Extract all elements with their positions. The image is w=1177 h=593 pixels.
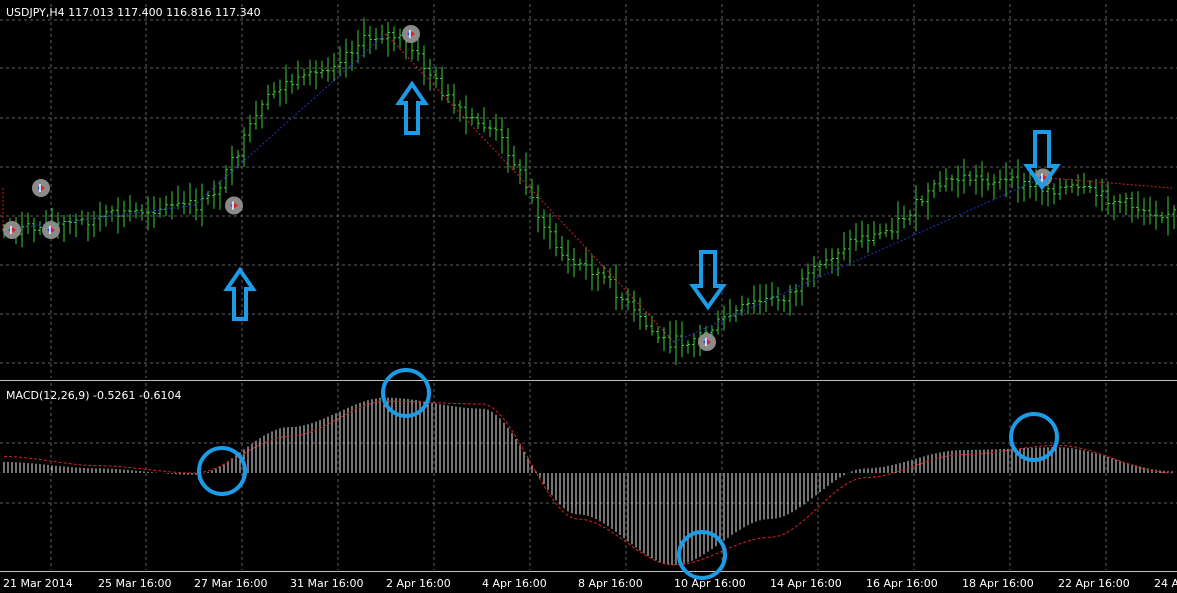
x-axis-tick-label: 2 Apr 16:00 <box>386 577 451 590</box>
annotation-circle <box>197 446 247 496</box>
x-axis-tick-label: 18 Apr 16:00 <box>962 577 1034 590</box>
x-axis-tick-label: 21 Mar 2014 <box>3 577 73 590</box>
x-axis-tick-label: 4 Apr 16:00 <box>482 577 547 590</box>
x-axis-tick-label: 25 Mar 16:00 <box>98 577 171 590</box>
macd-panel-header: MACD(12,26,9) -0.5261 -0.6104 <box>6 389 181 402</box>
x-axis-tick-label: 31 Mar 16:00 <box>290 577 363 590</box>
x-axis-tick-label: 27 Mar 16:00 <box>194 577 267 590</box>
annotation-up-arrow <box>395 80 429 135</box>
zigzag-segment <box>385 33 675 343</box>
annotation-down-arrow <box>689 250 727 311</box>
x-axis-tick-label: 22 Apr 16:00 <box>1058 577 1130 590</box>
x-axis-tick-label: 16 Apr 16:00 <box>866 577 938 590</box>
x-axis-tick-label: 8 Apr 16:00 <box>578 577 643 590</box>
x-axis-tick-label: 10 Apr 16:00 <box>674 577 746 590</box>
x-axis-tick-label: 24 A <box>1154 577 1177 590</box>
trading-chart: 21 Mar 2014 25 Mar 16:00 27 Mar 16:00 31 Ma… <box>0 0 1177 593</box>
x-axis-tick-label: 14 Apr 16:00 <box>770 577 842 590</box>
annotation-circle <box>381 368 431 418</box>
annotation-circle <box>1009 412 1059 462</box>
annotation-up-arrow <box>223 266 257 321</box>
price-panel-header: USDJPY,H4 117.013 117.400 116.816 117.34… <box>6 6 261 19</box>
zigzag-segment <box>193 33 387 206</box>
chart-canvas: 21 Mar 2014 25 Mar 16:00 27 Mar 16:00 31 Ma… <box>0 4 1177 590</box>
zigzag-segment <box>673 177 1044 343</box>
